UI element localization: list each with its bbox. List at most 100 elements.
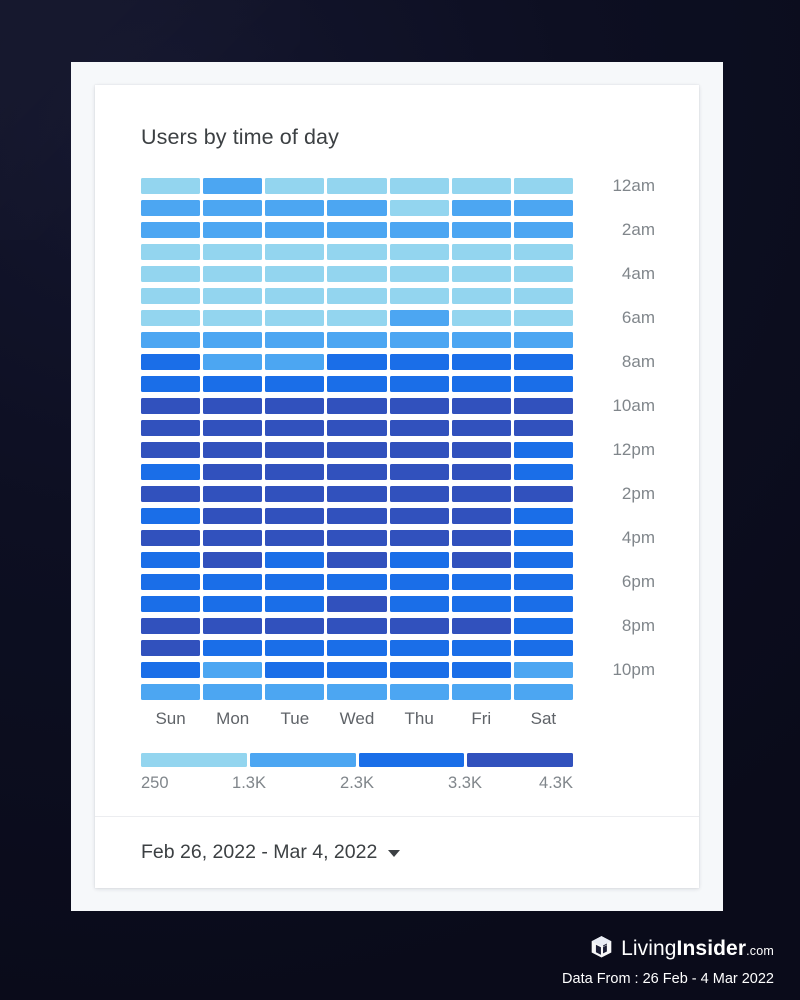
heatmap-cell[interactable] <box>141 222 201 238</box>
heatmap-cell[interactable] <box>389 596 449 612</box>
heatmap-cell[interactable] <box>513 618 573 634</box>
heatmap-cell[interactable] <box>451 200 511 216</box>
heatmap-cell[interactable] <box>265 310 325 326</box>
heatmap-cell[interactable] <box>389 288 449 304</box>
heatmap-cell[interactable] <box>141 552 201 568</box>
heatmap-cell[interactable] <box>203 640 263 656</box>
heatmap-cell[interactable] <box>451 596 511 612</box>
heatmap-cell[interactable] <box>327 442 387 458</box>
heatmap-cell[interactable] <box>141 640 201 656</box>
heatmap-cell[interactable] <box>265 398 325 414</box>
heatmap-cell[interactable] <box>513 178 573 194</box>
heatmap-cell[interactable] <box>141 486 201 502</box>
heatmap-cell[interactable] <box>265 640 325 656</box>
heatmap-cell[interactable] <box>389 376 449 392</box>
heatmap-cell[interactable] <box>451 222 511 238</box>
heatmap-cell[interactable] <box>203 288 263 304</box>
heatmap-cell[interactable] <box>513 596 573 612</box>
date-range-selector[interactable]: Feb 26, 2022 - Mar 4, 2022 <box>141 841 401 864</box>
heatmap-cell[interactable] <box>327 354 387 370</box>
heatmap-cell[interactable] <box>203 574 263 590</box>
heatmap-cell[interactable] <box>265 420 325 436</box>
heatmap-cell[interactable] <box>141 508 201 524</box>
heatmap-cell[interactable] <box>513 530 573 546</box>
heatmap-cell[interactable] <box>389 464 449 480</box>
heatmap-cell[interactable] <box>389 684 449 700</box>
heatmap-cell[interactable] <box>451 288 511 304</box>
heatmap-cell[interactable] <box>451 354 511 370</box>
heatmap-cell[interactable] <box>265 178 325 194</box>
heatmap-cell[interactable] <box>513 200 573 216</box>
heatmap-cell[interactable] <box>327 420 387 436</box>
heatmap-cell[interactable] <box>389 486 449 502</box>
heatmap-cell[interactable] <box>513 486 573 502</box>
heatmap-cell[interactable] <box>513 552 573 568</box>
heatmap-cell[interactable] <box>265 552 325 568</box>
heatmap-cell[interactable] <box>451 464 511 480</box>
heatmap-cell[interactable] <box>513 266 573 282</box>
heatmap-cell[interactable] <box>265 486 325 502</box>
heatmap-cell[interactable] <box>141 200 201 216</box>
heatmap-cell[interactable] <box>265 662 325 678</box>
heatmap-cell[interactable] <box>389 640 449 656</box>
heatmap-cell[interactable] <box>265 332 325 348</box>
heatmap-cell[interactable] <box>389 530 449 546</box>
heatmap-cell[interactable] <box>451 376 511 392</box>
heatmap-cell[interactable] <box>265 618 325 634</box>
heatmap-cell[interactable] <box>141 376 201 392</box>
heatmap-cell[interactable] <box>513 288 573 304</box>
heatmap-cell[interactable] <box>513 442 573 458</box>
heatmap-cell[interactable] <box>203 354 263 370</box>
heatmap-cell[interactable] <box>513 464 573 480</box>
heatmap-cell[interactable] <box>327 200 387 216</box>
heatmap-cell[interactable] <box>141 464 201 480</box>
heatmap-cell[interactable] <box>141 442 201 458</box>
heatmap-cell[interactable] <box>141 244 201 260</box>
heatmap-cell[interactable] <box>327 310 387 326</box>
heatmap-cell[interactable] <box>513 574 573 590</box>
heatmap-cell[interactable] <box>265 222 325 238</box>
heatmap-cell[interactable] <box>327 244 387 260</box>
heatmap-cell[interactable] <box>327 486 387 502</box>
heatmap-cell[interactable] <box>451 684 511 700</box>
heatmap-cell[interactable] <box>327 332 387 348</box>
heatmap-cell[interactable] <box>451 574 511 590</box>
heatmap-cell[interactable] <box>141 266 201 282</box>
heatmap-cell[interactable] <box>265 596 325 612</box>
heatmap-cell[interactable] <box>203 442 263 458</box>
heatmap-cell[interactable] <box>141 574 201 590</box>
heatmap-cell[interactable] <box>203 200 263 216</box>
heatmap-cell[interactable] <box>451 662 511 678</box>
heatmap-cell[interactable] <box>327 574 387 590</box>
heatmap-cell[interactable] <box>513 398 573 414</box>
heatmap-cell[interactable] <box>513 684 573 700</box>
heatmap-cell[interactable] <box>451 618 511 634</box>
heatmap-cell[interactable] <box>327 662 387 678</box>
heatmap-cell[interactable] <box>203 618 263 634</box>
heatmap-cell[interactable] <box>389 662 449 678</box>
heatmap-cell[interactable] <box>513 420 573 436</box>
heatmap-cell[interactable] <box>265 266 325 282</box>
heatmap-cell[interactable] <box>327 508 387 524</box>
heatmap-cell[interactable] <box>513 354 573 370</box>
heatmap-cell[interactable] <box>265 530 325 546</box>
heatmap-cell[interactable] <box>451 486 511 502</box>
heatmap-cell[interactable] <box>141 420 201 436</box>
heatmap-cell[interactable] <box>265 376 325 392</box>
heatmap-cell[interactable] <box>389 398 449 414</box>
heatmap-cell[interactable] <box>203 244 263 260</box>
heatmap-cell[interactable] <box>327 288 387 304</box>
heatmap-cell[interactable] <box>203 398 263 414</box>
heatmap-cell[interactable] <box>389 266 449 282</box>
heatmap-cell[interactable] <box>141 684 201 700</box>
heatmap-cell[interactable] <box>389 442 449 458</box>
heatmap-cell[interactable] <box>389 508 449 524</box>
heatmap-cell[interactable] <box>203 486 263 502</box>
heatmap-cell[interactable] <box>389 618 449 634</box>
heatmap-cell[interactable] <box>451 640 511 656</box>
heatmap-cell[interactable] <box>389 178 449 194</box>
heatmap-cell[interactable] <box>389 310 449 326</box>
heatmap-cell[interactable] <box>451 310 511 326</box>
heatmap-cell[interactable] <box>389 420 449 436</box>
heatmap-cell[interactable] <box>141 332 201 348</box>
